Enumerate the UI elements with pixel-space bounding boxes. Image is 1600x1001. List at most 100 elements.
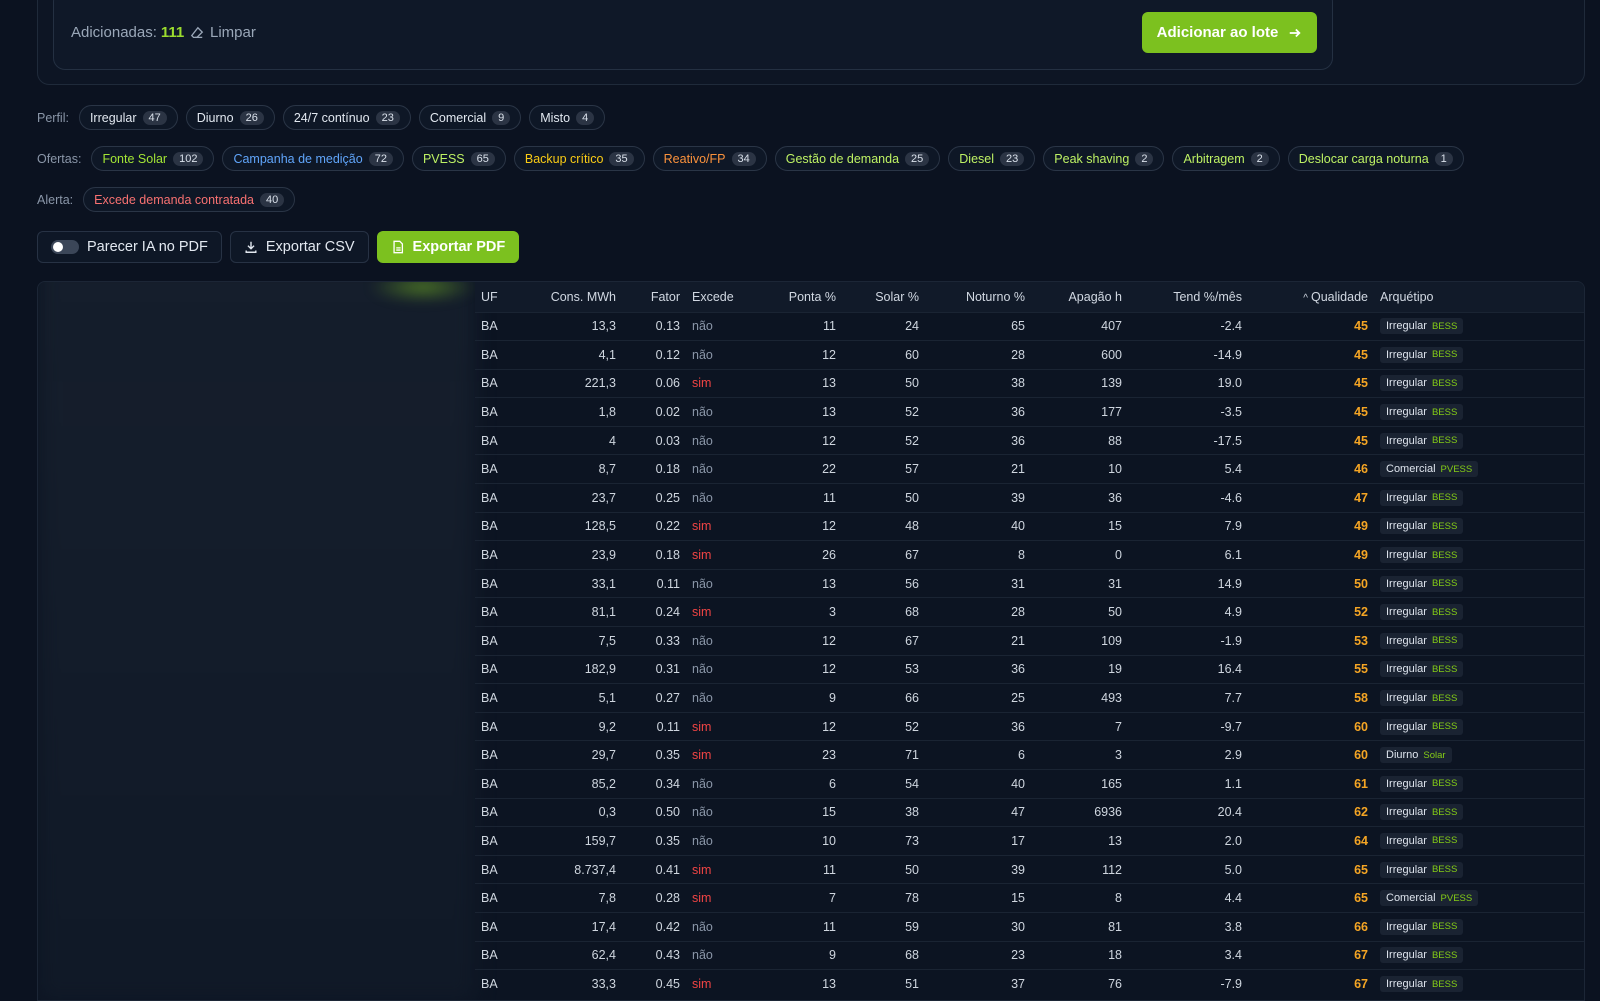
archetype-badge: Irregular BESS — [1380, 976, 1464, 993]
archetype-tag: BESS — [1431, 978, 1458, 990]
archetype-label: Irregular — [1386, 348, 1427, 361]
table-row[interactable]: BA 62,4 0.43 não 9 68 23 18 3.4 67 Irregular BESS — [475, 941, 1584, 970]
table-row[interactable]: BA 13,3 0.13 não 11 24 65 407 -2.4 45 Irregular BES… — [475, 312, 1584, 341]
archetype-badge: Irregular BESS — [1380, 375, 1464, 392]
column-header[interactable]: Cons. MWh — [515, 282, 622, 312]
added-counter: Adicionadas: 111 — [71, 24, 184, 41]
column-header[interactable]: Tend %/mês — [1128, 282, 1248, 312]
column-header[interactable]: Apagão h — [1031, 282, 1128, 312]
filter-chip-perfil[interactable]: Comercial 9 — [418, 105, 522, 130]
offers-filter-row: Ofertas: Fonte Solar 102 Campanha de mediç… — [37, 146, 1464, 171]
table-cell: 58 — [1354, 691, 1368, 706]
table-cell: 17,4 — [591, 919, 616, 934]
column-header[interactable]: Arquétipo — [1374, 282, 1584, 312]
archetype-badge: Irregular BESS — [1380, 604, 1464, 621]
table-row[interactable]: BA 7,8 0.28 sim 7 78 15 8 4.4 65 Comercial PVESS — [475, 883, 1584, 913]
chip-count-badge: 9 — [492, 110, 511, 125]
table-row[interactable]: BA 7,5 0.33 não 12 67 21 109 -1.9 53 Irregular BESS — [475, 626, 1584, 656]
archetype-label: Irregular — [1386, 491, 1427, 504]
table-cell: 6 — [829, 776, 836, 791]
chip-count-badge: 1 — [1434, 151, 1453, 166]
filter-chip-ofertas[interactable]: Reativo/FP 34 — [652, 146, 767, 171]
column-header-label: Ponta % — [788, 289, 836, 304]
filter-chip-ofertas[interactable]: Arbitragem 2 — [1172, 146, 1280, 171]
table-row[interactable]: BA 5,1 0.27 não 9 66 25 493 7.7 58 Irregular BESS — [475, 683, 1584, 713]
table-row[interactable]: BA 8,7 0.18 não 22 57 21 10 5.4 46 Comercial PVESS — [475, 454, 1584, 484]
table-cell: 1,8 — [598, 405, 616, 420]
table-cell: não — [692, 490, 713, 505]
table-row[interactable]: BA 29,7 0.35 sim 23 71 6 3 2.9 60 Diurno Solar — [475, 740, 1584, 770]
filter-chip-perfil[interactable]: 24/7 contínuo 23 — [282, 105, 411, 130]
column-header-label: Noturno % — [965, 289, 1025, 304]
table-row[interactable]: BA 8.737,4 0.41 sim 11 50 39 112 5.0 65 Irregular B… — [475, 855, 1584, 884]
table-cell: 0.43 — [655, 948, 680, 963]
add-to-batch-button[interactable]: Adicionar ao lote — [1142, 12, 1317, 53]
table-row[interactable]: BA 4 0.03 não 12 52 36 88 -17.5 45 Irregular BESS — [475, 426, 1584, 455]
table-row[interactable]: BA 33,3 0.45 sim 13 51 37 76 -7.9 67 Irregular BESS — [475, 969, 1584, 999]
filter-chip-ofertas[interactable]: Fonte Solar 102 — [91, 146, 215, 171]
toggle-switch[interactable] — [51, 240, 79, 254]
table-row[interactable]: BA 85,2 0.34 não 6 54 40 165 1.1 61 Irregular BESS — [475, 769, 1584, 799]
filter-chip-ofertas[interactable]: Backup crítico 35 — [513, 146, 645, 171]
table-cell: 8,7 — [598, 462, 616, 477]
table-cell: 13 — [822, 977, 836, 992]
table-row[interactable]: BA 159,7 0.35 não 10 73 17 13 2.0 64 Irregular BESS — [475, 826, 1584, 856]
table-cell: 16.4 — [1217, 662, 1242, 677]
chip-label: Comercial — [429, 110, 487, 125]
table-row[interactable]: BA 81,1 0.24 sim 3 68 28 50 4.9 52 Irregular BESS — [475, 597, 1584, 627]
table-row[interactable]: BA 23,7 0.25 não 11 50 39 36 -4.6 47 Irregular BESS — [475, 483, 1584, 513]
table-cell: 7.7 — [1224, 691, 1242, 706]
column-header[interactable]: Solar % — [842, 282, 925, 312]
table-row[interactable]: BA 221,3 0.06 sim 13 50 38 139 19.0 45 Irregular BE… — [475, 369, 1584, 398]
table-cell: 22 — [822, 462, 836, 477]
archetype-badge: Irregular BESS — [1380, 404, 1464, 421]
filter-chip-ofertas[interactable]: Peak shaving 2 — [1043, 146, 1165, 171]
ai-opinion-toggle[interactable]: Parecer IA no PDF — [37, 231, 222, 263]
table-cell: BA — [481, 605, 498, 620]
archetype-tag: BESS — [1431, 921, 1458, 933]
table-row[interactable]: BA 23,9 0.18 sim 26 67 8 0 6.1 49 Irregular BESS — [475, 540, 1584, 570]
export-pdf-button[interactable]: Exportar PDF — [376, 231, 520, 263]
column-header[interactable]: Excede — [686, 282, 742, 312]
table-row[interactable]: BA 4,1 0.12 não 12 60 28 600 -14.9 45 Irregular BES… — [475, 340, 1584, 370]
filter-chip-perfil[interactable]: Irregular 47 — [78, 105, 178, 130]
column-header[interactable]: Fator — [622, 282, 686, 312]
export-csv-button[interactable]: Exportar CSV — [229, 231, 369, 263]
table-row[interactable]: BA 33,1 0.11 não 13 56 31 31 14.9 50 Irregular BESS — [475, 569, 1584, 598]
table-row[interactable]: BA 0,3 0.50 não 15 38 47 6936 20.4 62 Irregular BES… — [475, 798, 1584, 827]
filter-chip-ofertas[interactable]: Diesel 23 — [948, 146, 1036, 171]
table-cell: 3 — [829, 605, 836, 620]
clear-button[interactable]: Limpar — [190, 24, 256, 41]
table-cell: 177 — [1101, 405, 1122, 420]
filter-chip-ofertas[interactable]: Gestão de demanda 25 — [774, 146, 941, 171]
table-row[interactable]: BA 128,5 0.22 sim 12 48 40 15 7.9 49 Irregular BESS — [475, 512, 1584, 541]
chip-count-badge: 26 — [239, 110, 264, 125]
table-cell: BA — [481, 748, 498, 763]
filter-chip-alerta[interactable]: Excede demanda contratada 40 — [83, 187, 296, 212]
table-cell: 15 — [1011, 891, 1025, 906]
archetype-tag: BESS — [1431, 377, 1458, 389]
filter-chip-ofertas[interactable]: PVESS 65 — [411, 146, 506, 171]
table-row[interactable]: BA 9,2 0.11 sim 12 52 36 7 -9.7 60 Irregular BESS — [475, 712, 1584, 741]
table-cell: BA — [481, 376, 498, 391]
chip-count-badge: 4 — [576, 110, 595, 125]
table-row[interactable]: BA 17,4 0.42 não 11 59 30 81 3.8 66 Irregular BESS — [475, 912, 1584, 941]
column-header[interactable]: Noturno % — [925, 282, 1031, 312]
filter-chip-perfil[interactable]: Misto 4 — [529, 105, 606, 130]
filter-chip-ofertas[interactable]: Campanha de medição 72 — [222, 146, 404, 171]
archetype-cell: Irregular BESS — [1374, 655, 1584, 684]
column-header[interactable]: UF — [475, 282, 515, 312]
table-cell: 0.27 — [655, 691, 680, 706]
filter-chip-perfil[interactable]: Diurno 26 — [185, 105, 275, 130]
archetype-badge: Comercial PVESS — [1380, 461, 1479, 478]
column-header[interactable]: Ponta % — [742, 282, 842, 312]
table-cell: 46 — [1354, 462, 1368, 477]
filter-chip-ofertas[interactable]: Deslocar carga noturna 1 — [1287, 146, 1464, 171]
column-header[interactable]: ^ Qualidade — [1248, 282, 1374, 312]
chip-count-badge: 72 — [368, 151, 393, 166]
table-cell: 9 — [829, 691, 836, 706]
table-row[interactable]: BA 1,8 0.02 não 13 52 36 177 -3.5 45 Irregular BESS — [475, 397, 1584, 427]
table-cell: 29,7 — [591, 748, 616, 763]
table-row[interactable]: BA 182,9 0.31 não 12 53 36 19 16.4 55 Irregular BES… — [475, 655, 1584, 684]
table-cell: 48 — [905, 519, 919, 534]
